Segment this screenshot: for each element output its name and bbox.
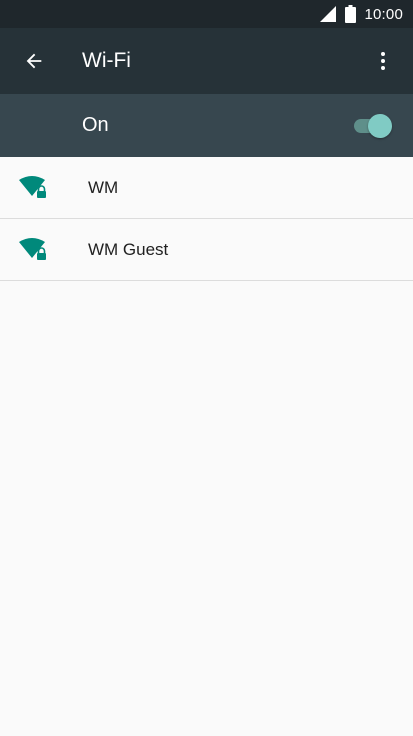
network-item-wm-guest[interactable]: WM Guest <box>0 219 413 281</box>
arrow-back-icon <box>26 53 42 69</box>
switch-thumb <box>368 114 392 138</box>
more-vert-icon <box>381 52 385 70</box>
network-name: WM <box>88 177 119 197</box>
network-item-wm[interactable]: WM <box>0 157 413 219</box>
signal-icon <box>320 6 337 22</box>
wifi-toggle-bar[interactable]: On <box>0 94 413 157</box>
page-title: Wi-Fi <box>82 49 131 72</box>
wifi-locked-icon <box>19 238 46 260</box>
network-name: WM Guest <box>88 239 169 259</box>
status-bar: 10:00 <box>0 0 413 28</box>
back-button[interactable] <box>14 41 54 81</box>
status-time: 10:00 <box>364 5 403 23</box>
wifi-toggle-label: On <box>82 114 109 136</box>
battery-icon <box>345 5 357 23</box>
network-list: WM WM Guest <box>0 157 413 281</box>
wifi-locked-icon <box>19 176 46 198</box>
app-bar: Wi-Fi <box>0 28 413 94</box>
more-options-button[interactable] <box>363 41 403 81</box>
wifi-switch[interactable] <box>352 114 392 138</box>
